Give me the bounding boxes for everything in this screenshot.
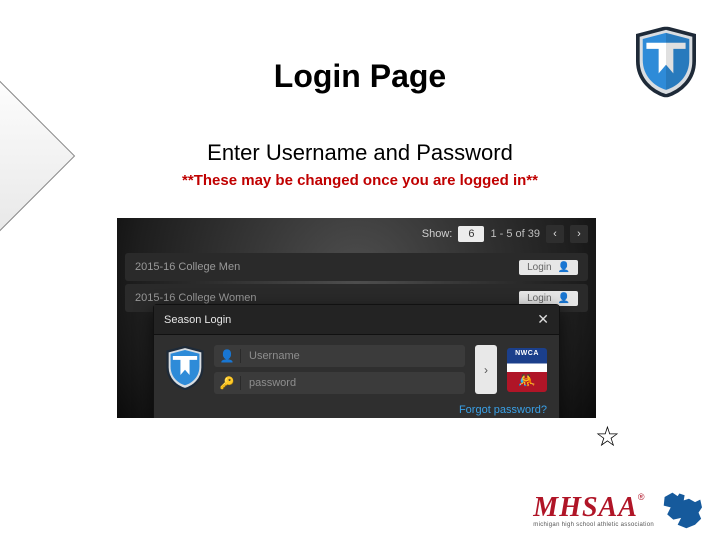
pager-show-label: Show: (422, 228, 453, 240)
password-placeholder: password (241, 377, 465, 389)
user-icon: 👤 (214, 349, 241, 363)
pager-range: 1 - 5 of 39 (490, 228, 540, 240)
nwca-badge: NWCA 🤼 (507, 348, 547, 392)
footer-tagline: michigan high school athletic associatio… (533, 522, 654, 528)
page-size-select[interactable]: 6 (458, 226, 484, 242)
user-icon: 👤 (558, 262, 570, 273)
michigan-icon (660, 490, 704, 530)
page-subtitle: Enter Username and Password (0, 140, 720, 166)
app-screenshot-panel: Show: 6 1 - 5 of 39 ‹ › 2015-16 College … (117, 218, 596, 418)
season-row-label: 2015-16 College Women (135, 292, 256, 304)
username-input[interactable]: 👤 Username (214, 345, 465, 367)
username-placeholder: Username (241, 350, 465, 362)
forgot-password-link[interactable]: Forgot password? (459, 404, 547, 416)
season-row[interactable]: 2015-16 College Men Login 👤 (125, 253, 588, 281)
pager-row: Show: 6 1 - 5 of 39 ‹ › (117, 218, 596, 250)
footer-brand: MHSAA® michigan high school athletic ass… (533, 490, 704, 530)
page-title: Login Page (0, 58, 720, 95)
registered-mark: ® (638, 492, 645, 502)
footer-brand-text: MHSAA (533, 492, 638, 523)
star-icon: ☆ (595, 420, 620, 453)
wrestlers-icon: 🤼 (507, 372, 547, 389)
key-icon: 🔑 (214, 376, 241, 390)
season-login-button[interactable]: Login 👤 (519, 260, 578, 275)
user-icon: 👤 (558, 293, 570, 304)
submit-button[interactable]: › (475, 345, 497, 394)
close-icon[interactable]: ✕ (537, 311, 549, 328)
pager-next-button[interactable]: › (570, 225, 588, 243)
login-modal: Season Login ✕ 👤 Username (153, 304, 560, 418)
app-shield-logo-small (166, 346, 204, 393)
password-input[interactable]: 🔑 password (214, 372, 465, 394)
page-note: **These may be changed once you are logg… (0, 172, 720, 189)
pager-prev-button[interactable]: ‹ (546, 225, 564, 243)
season-row-label: 2015-16 College Men (135, 261, 240, 273)
modal-title: Season Login (164, 314, 231, 326)
